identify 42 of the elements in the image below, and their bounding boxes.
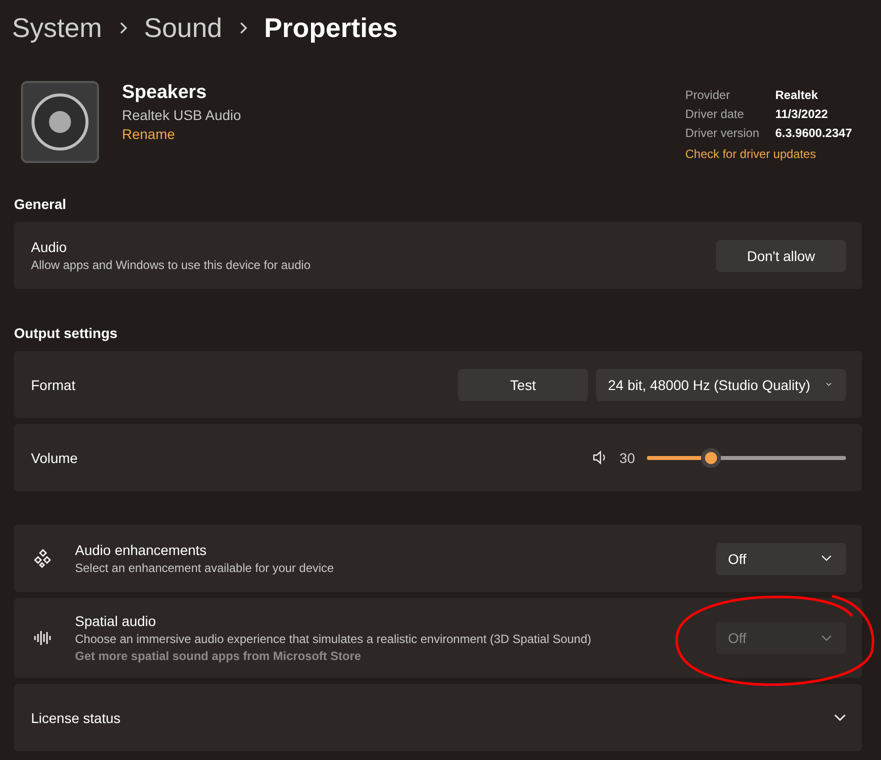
chevron-right-icon: [238, 21, 248, 35]
waveform-icon: [33, 628, 53, 648]
setting-title: Spatial audio: [75, 613, 157, 629]
setting-title: Format: [31, 376, 76, 392]
driver-info-value: 11/3/2022: [775, 106, 828, 123]
slider-thumb[interactable]: [700, 448, 721, 468]
chevron-down-icon: [821, 555, 832, 562]
speaker-icon: [20, 80, 100, 164]
breadcrumb-item[interactable]: Sound: [144, 12, 222, 44]
breadcrumb-item[interactable]: Properties: [264, 12, 398, 44]
section-heading: Output settings: [14, 325, 118, 341]
volume-reading: 30: [619, 450, 635, 466]
setting-title: Audio: [31, 239, 68, 255]
setting-description: Select an enhancement available for your device: [75, 561, 334, 575]
driver-info-label: Driver version: [685, 125, 760, 142]
driver-update-link[interactable]: Check for driver updates: [685, 147, 852, 161]
breadcrumb-item[interactable]: System: [12, 12, 102, 44]
chevron-right-icon: [118, 21, 128, 35]
chevron-down-icon[interactable]: [834, 714, 846, 722]
section-heading: General: [14, 196, 68, 212]
setting-title: Audio enhancements: [75, 542, 208, 558]
setting-title: License status: [31, 710, 120, 726]
chevron-down-icon: [826, 381, 832, 388]
driver-info-label: Provider: [685, 87, 731, 104]
diamonds-icon: [33, 548, 53, 568]
rename-link[interactable]: Rename: [122, 126, 242, 142]
volume-slider[interactable]: [647, 448, 846, 468]
speaker-volume-icon: [592, 450, 608, 465]
chevron-down-icon: [821, 634, 832, 642]
setting-description: Allow apps and Windows to use this device for audio: [31, 258, 310, 272]
device-subtitle: Realtek USB Audio: [122, 107, 242, 123]
driver-info-value: 6.3.9600.2347: [775, 125, 852, 142]
dont-allow-button[interactable]: Don't allow: [716, 240, 846, 272]
driver-info-value: Realtek: [775, 87, 818, 104]
test-button[interactable]: Test: [458, 368, 588, 400]
format-dropdown[interactable]: 24 bit, 48000 Hz (Studio Quality): [596, 368, 846, 400]
device-name: Speakers: [122, 82, 208, 104]
setting-description: Choose an immersive audio experience that simulates a realistic environment (3D Spatial Sound): [75, 632, 592, 646]
off-dropdown[interactable]: Off: [716, 542, 846, 574]
store-link[interactable]: Get more spatial sound apps from Microsoft Store: [75, 649, 592, 663]
driver-info-label: Driver date: [685, 106, 745, 123]
setting-title: Volume: [31, 450, 78, 466]
